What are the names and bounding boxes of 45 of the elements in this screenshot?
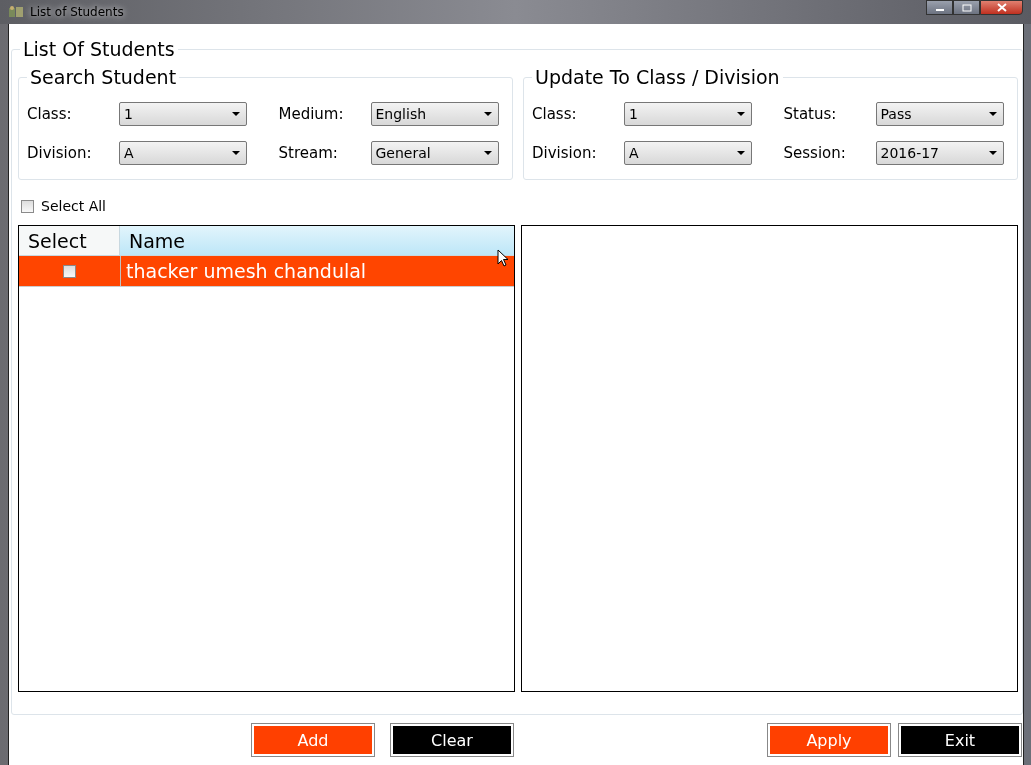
close-button[interactable] bbox=[980, 0, 1023, 15]
app-icon bbox=[8, 5, 24, 19]
dropdown[interactable]: Pass bbox=[875, 102, 1004, 126]
group-title: Update To Class / Division bbox=[534, 66, 781, 88]
dropdown[interactable]: 1 bbox=[624, 102, 752, 126]
caret-icon bbox=[483, 112, 492, 116]
dropdown[interactable]: 1 bbox=[119, 102, 247, 126]
caret-icon bbox=[483, 151, 492, 155]
caret-icon bbox=[988, 151, 997, 155]
field-label: Status: bbox=[783, 105, 838, 123]
field-label: Session: bbox=[783, 144, 847, 162]
caret-icon bbox=[232, 151, 240, 155]
maximize-icon bbox=[961, 3, 972, 12]
caret-icon bbox=[737, 112, 745, 116]
dropdown[interactable]: A bbox=[119, 141, 247, 165]
close-icon bbox=[996, 3, 1007, 12]
action-button[interactable]: Clear bbox=[391, 724, 513, 756]
action-button[interactable]: Apply bbox=[768, 724, 890, 756]
dropdown[interactable]: General bbox=[370, 141, 499, 165]
table-cell: thacker umesh chandulal bbox=[126, 260, 367, 282]
minimize-button[interactable] bbox=[926, 0, 953, 15]
field-label: Medium: bbox=[278, 105, 345, 123]
dropdown[interactable]: 2016-17 bbox=[875, 141, 1004, 165]
group-title: List Of Students bbox=[22, 38, 176, 60]
dropdown[interactable]: A bbox=[624, 141, 752, 165]
caret-icon bbox=[737, 151, 745, 155]
column-header[interactable]: Select bbox=[19, 226, 120, 255]
cursor-icon bbox=[497, 249, 509, 267]
field-label: Division: bbox=[27, 144, 93, 162]
field-label: Division: bbox=[532, 144, 598, 162]
caret-icon bbox=[232, 112, 240, 116]
checkbox[interactable] bbox=[21, 199, 34, 213]
checkbox[interactable] bbox=[63, 264, 76, 278]
field-label: Class: bbox=[27, 105, 73, 123]
action-button[interactable]: Add bbox=[252, 724, 374, 756]
checkbox-label: Select All bbox=[41, 198, 106, 214]
dropdown[interactable]: English bbox=[370, 102, 499, 126]
caret-icon bbox=[988, 112, 997, 116]
maximize-button[interactable] bbox=[953, 0, 980, 15]
group-title: Search Student bbox=[29, 66, 178, 88]
column-header[interactable]: Name bbox=[120, 226, 514, 255]
field-label: Class: bbox=[532, 105, 578, 123]
action-button[interactable]: Exit bbox=[899, 724, 1021, 756]
field-label: Stream: bbox=[278, 144, 339, 162]
window-title: List of Students bbox=[30, 5, 124, 19]
